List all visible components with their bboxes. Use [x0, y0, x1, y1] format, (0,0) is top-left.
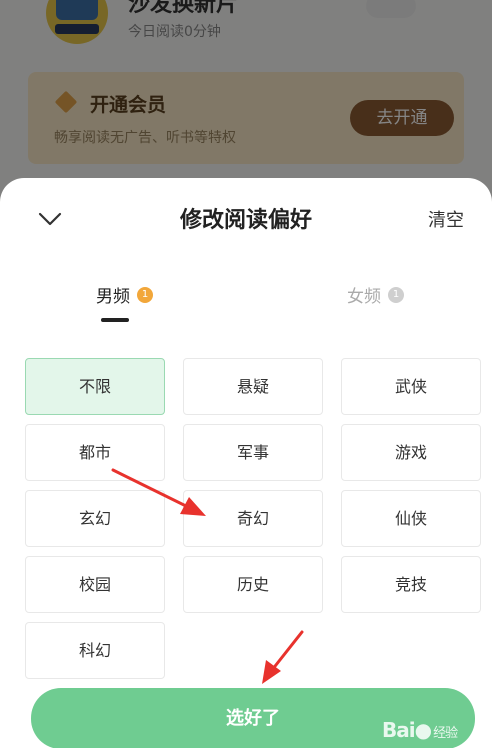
- genre-military[interactable]: 军事: [183, 424, 323, 481]
- baidu-watermark: Bai● 经验: [382, 718, 458, 742]
- tab-indicator: [101, 318, 129, 322]
- genre-scifi[interactable]: 科幻: [25, 622, 165, 679]
- genre-xuanhuan[interactable]: 玄幻: [25, 490, 165, 547]
- genre-suspense[interactable]: 悬疑: [183, 358, 323, 415]
- watermark-brand: Bai: [382, 718, 416, 742]
- genre-sports[interactable]: 竞技: [341, 556, 481, 613]
- genre-urban[interactable]: 都市: [25, 424, 165, 481]
- genre-xianxia[interactable]: 仙侠: [341, 490, 481, 547]
- tab-male[interactable]: 男频 1: [96, 282, 153, 307]
- tab-female[interactable]: 女频 1: [347, 282, 404, 307]
- genre-game[interactable]: 游戏: [341, 424, 481, 481]
- tab-male-badge: 1: [137, 286, 153, 303]
- genre-unlimited[interactable]: 不限: [25, 358, 165, 415]
- sheet-title: 修改阅读偏好: [179, 208, 312, 233]
- clear-button[interactable]: 清空: [428, 206, 464, 232]
- genre-wuxia[interactable]: 武侠: [341, 358, 481, 415]
- genre-history[interactable]: 历史: [183, 556, 323, 613]
- tab-male-label: 男频: [96, 287, 130, 307]
- genre-campus[interactable]: 校园: [25, 556, 165, 613]
- paw-icon: ●: [414, 718, 432, 742]
- reading-preference-sheet: 修改阅读偏好 清空 男频 1 女频 1 不限 悬疑 武侠 都市 军事 游戏 玄幻…: [0, 178, 492, 748]
- genre-fantasy[interactable]: 奇幻: [183, 490, 323, 547]
- watermark-suffix: 经验: [433, 726, 458, 741]
- tab-female-label: 女频: [347, 287, 381, 307]
- tab-female-badge: 1: [388, 286, 404, 303]
